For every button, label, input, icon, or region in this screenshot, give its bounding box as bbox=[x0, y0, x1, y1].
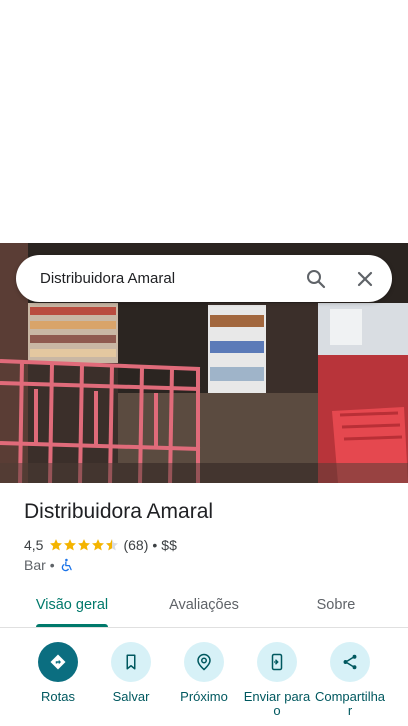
action-label: Salvar bbox=[112, 689, 150, 704]
star-icon bbox=[78, 539, 91, 551]
separator: • bbox=[49, 557, 55, 573]
tab-about[interactable]: Sobre bbox=[296, 583, 376, 627]
rating-row[interactable]: 4,5 (68) • $$ bbox=[24, 536, 177, 554]
separator: • bbox=[152, 537, 158, 553]
directions-button[interactable]: Rotas bbox=[20, 640, 96, 704]
place-tabs: Visão geral Avaliações Sobre bbox=[0, 583, 408, 628]
action-bar: Rotas Salvar Próximo Enviar para o Compa… bbox=[0, 640, 408, 726]
action-label: Rotas bbox=[41, 689, 75, 704]
active-tab-indicator bbox=[36, 624, 108, 627]
review-count[interactable]: (68) bbox=[123, 537, 148, 553]
star-rating bbox=[49, 538, 119, 552]
close-icon[interactable] bbox=[353, 267, 377, 291]
nearby-icon bbox=[184, 642, 224, 682]
price-level: $$ bbox=[161, 537, 177, 553]
star-icon bbox=[92, 539, 105, 551]
save-button[interactable]: Salvar bbox=[93, 640, 169, 704]
place-category: Bar bbox=[24, 557, 46, 573]
tab-label: Visão geral bbox=[35, 597, 109, 613]
tab-label: Sobre bbox=[316, 597, 356, 613]
action-label: Compartilhar bbox=[314, 689, 386, 718]
rating-value: 4,5 bbox=[24, 537, 44, 553]
star-icon bbox=[64, 539, 77, 551]
search-bar[interactable]: Distribuidora Amaral bbox=[16, 255, 392, 302]
send-to-phone-button[interactable]: Enviar para o bbox=[239, 640, 315, 718]
half-star-icon bbox=[106, 539, 119, 551]
action-label: Próximo bbox=[180, 689, 228, 704]
category-row: Bar • bbox=[24, 556, 74, 574]
wheelchair-icon bbox=[61, 558, 72, 572]
map-blank-area bbox=[0, 0, 408, 243]
share-button[interactable]: Compartilhar bbox=[312, 640, 388, 718]
share-icon bbox=[330, 642, 370, 682]
tab-label: Avaliações bbox=[169, 597, 239, 613]
place-title: Distribuidora Amaral bbox=[24, 500, 214, 523]
star-icon bbox=[50, 539, 63, 551]
send-to-phone-icon bbox=[257, 642, 297, 682]
nearby-button[interactable]: Próximo bbox=[166, 640, 242, 704]
directions-icon bbox=[38, 642, 78, 682]
search-icon[interactable] bbox=[304, 267, 328, 291]
action-label: Enviar para o bbox=[243, 689, 311, 718]
tab-overview[interactable]: Visão geral bbox=[24, 583, 120, 627]
tab-reviews[interactable]: Avaliações bbox=[154, 583, 254, 627]
bookmark-icon bbox=[111, 642, 151, 682]
search-input[interactable]: Distribuidora Amaral bbox=[40, 270, 392, 287]
